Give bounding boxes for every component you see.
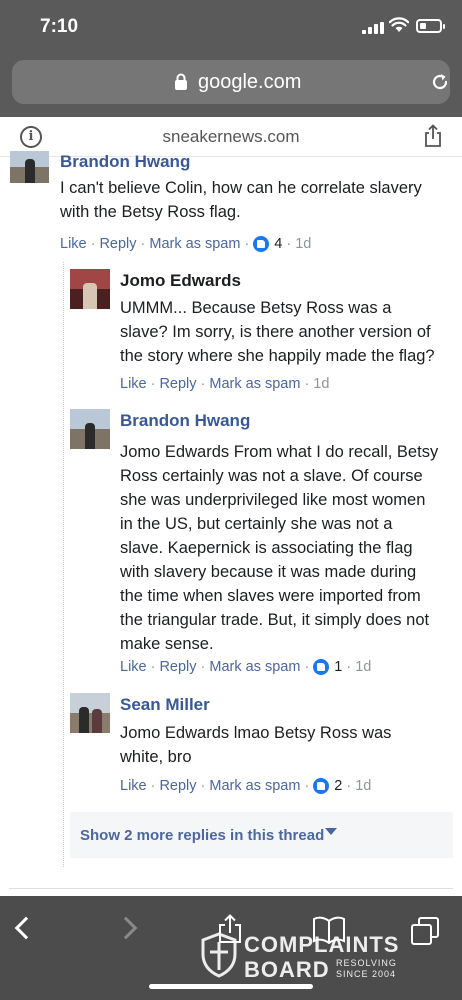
avatar[interactable] [10, 151, 49, 183]
reply-link[interactable]: Reply [159, 376, 196, 392]
reply-link[interactable]: Reply [159, 778, 196, 794]
like-reaction-icon [313, 778, 330, 794]
reply-link[interactable]: Reply [99, 236, 136, 252]
comment-actions: Like · Reply · Mark as spam · 1 · 1d [120, 659, 372, 675]
reaction-count[interactable]: 1 [334, 659, 342, 675]
site-header: i sneakernews.com [0, 117, 462, 157]
complaintsboard-watermark: COMPLAINTS BOARD RESOLVING SINCE 2004 [200, 932, 415, 982]
avatar[interactable] [70, 693, 110, 733]
show-more-replies-button[interactable]: Show 2 more replies in this thread [70, 812, 453, 858]
comment-time: 1d [355, 778, 372, 794]
url-text: google.com [198, 71, 302, 93]
comment-author[interactable]: Sean Miller [120, 695, 210, 715]
comment-time: 1d [295, 236, 312, 252]
divider [9, 888, 453, 889]
comment-reply: Jomo Edwards UMMM... Because Betsy Ross … [0, 262, 462, 397]
comment-actions: Like · Reply · Mark as spam · 2 · 1d [120, 778, 372, 794]
reaction-count[interactable]: 4 [274, 236, 282, 252]
watermark-tagline: RESOLVING SINCE 2004 [336, 958, 397, 979]
comment-author[interactable]: Brandon Hwang [120, 411, 250, 431]
comment-time: 1d [355, 659, 372, 675]
comment-reply: Sean Miller Jomo Edwards lmao Betsy Ross… [0, 688, 462, 803]
mark-spam-link[interactable]: Mark as spam [209, 376, 300, 392]
watermark-line2: BOARD [244, 957, 330, 982]
browser-chrome: 7:10 google.com [0, 0, 462, 117]
comment-actions: Like · Reply · Mark as spam · 1d [120, 376, 330, 392]
status-time: 7:10 [40, 16, 79, 37]
lock-icon [175, 73, 187, 90]
comment-time: 1d [313, 376, 330, 392]
watermark-line1: COMPLAINTS [244, 932, 400, 957]
comment-text: Jomo Edwards From what I do recall, Bets… [120, 443, 439, 653]
like-link[interactable]: Like [120, 376, 147, 392]
shield-icon [201, 932, 237, 978]
reaction-count[interactable]: 2 [334, 778, 342, 794]
avatar[interactable] [70, 269, 110, 309]
forward-icon[interactable] [114, 916, 138, 940]
chevron-down-icon [325, 828, 337, 835]
comment-text: I can't believe Colin, how can he correl… [60, 179, 422, 221]
wifi-icon [389, 17, 409, 32]
back-icon[interactable] [14, 916, 38, 940]
like-link[interactable]: Like [60, 236, 87, 252]
comment-reply: Brandon Hwang Jomo Edwards From what I d… [0, 400, 462, 680]
home-indicator [149, 984, 313, 989]
reply-link[interactable]: Reply [159, 659, 196, 675]
like-link[interactable]: Like [120, 659, 147, 675]
mark-spam-link[interactable]: Mark as spam [149, 236, 240, 252]
comment: Brandon Hwang I can't believe Colin, how… [0, 151, 462, 257]
reload-icon[interactable] [430, 72, 450, 92]
mark-spam-link[interactable]: Mark as spam [209, 659, 300, 675]
like-reaction-icon [253, 236, 270, 252]
site-name: sneakernews.com [162, 127, 300, 146]
comment-author[interactable]: Jomo Edwards [120, 271, 241, 291]
comment-actions: Like · Reply · Mark as spam · 4 · 1d [60, 236, 312, 252]
mark-spam-link[interactable]: Mark as spam [209, 778, 300, 794]
like-link[interactable]: Like [120, 778, 147, 794]
battery-icon [416, 19, 445, 33]
address-bar[interactable]: google.com [12, 60, 450, 104]
comment-text: Jomo Edwards lmao Betsy Ross was white, … [120, 724, 392, 766]
like-reaction-icon [313, 659, 330, 675]
show-more-replies-label: Show 2 more replies in this thread [80, 827, 325, 844]
comment-author[interactable]: Brandon Hwang [60, 152, 190, 172]
share-icon[interactable] [423, 124, 443, 148]
avatar[interactable] [70, 409, 110, 449]
cellular-signal-icon [362, 22, 384, 34]
comment-text: UMMM... Because Betsy Ross was a slave? … [120, 299, 435, 365]
